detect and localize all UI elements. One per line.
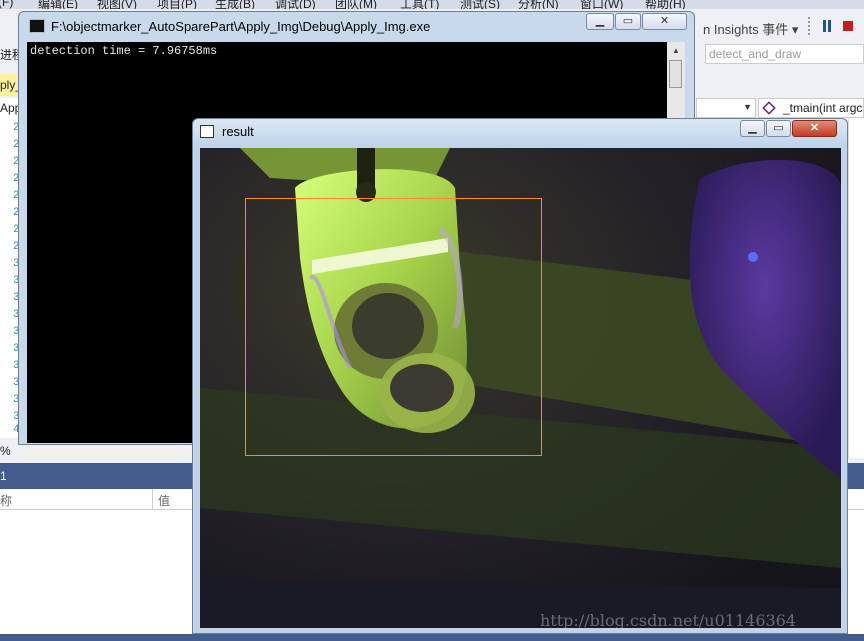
menu-item[interactable]: 调试(D) [275,0,316,9]
watch-panel-title: 1 [0,469,7,483]
toolbar-grip [808,17,814,35]
menu-item[interactable]: 编辑(E) [38,0,78,9]
menu-item[interactable]: (F) [0,0,13,9]
result-title: result [222,124,254,139]
close-icon: ✕ [809,122,820,134]
minimize-button[interactable]: ▁ [586,13,614,30]
result-app-icon [200,125,214,138]
console-app-icon [29,19,45,33]
scroll-thumb[interactable] [669,60,682,88]
taskbar [0,634,864,641]
console-title: F:\objectmarker_AutoSparePart\Apply_Img\… [51,19,431,34]
chevron-down-icon: ▼ [743,102,752,112]
menu-item[interactable]: 测试(S) [460,0,500,9]
editor-area[interactable] [848,118,864,458]
menu-item[interactable]: 分析(N) [518,0,559,9]
minimize-icon: ▁ [595,15,605,27]
minimize-icon: ▁ [748,122,757,134]
column-header-value[interactable]: 值 [158,492,170,509]
result-window: result ▁ ▭ ✕ http://blog.csdn.net/u01146… [192,118,848,634]
menu-item[interactable]: 帮助(H) [645,0,686,9]
result-image: http://blog.csdn.net/u01146364 [200,148,841,628]
console-output-text: detection time = 7.96758ms [30,44,218,58]
method-icon [762,101,776,115]
minimize-button[interactable]: ▁ [740,120,765,137]
maximize-button[interactable]: ▭ [766,120,791,137]
result-titlebar[interactable]: result ▁ ▭ ✕ [193,119,847,147]
maximize-icon: ▭ [773,122,784,134]
console-titlebar[interactable]: F:\objectmarker_AutoSparePart\Apply_Img\… [19,12,694,42]
menu-item[interactable]: 工具(T) [400,0,439,9]
close-button[interactable]: ✕ [792,120,837,137]
column-divider[interactable] [152,489,153,509]
menu-item[interactable]: 团队(M) [335,0,377,9]
scroll-up-icon[interactable]: ▲ [669,44,683,58]
scope-combo[interactable]: ▼ [696,98,756,118]
detection-box [245,198,542,456]
method-combo[interactable]: _tmain(int argc [758,98,864,118]
stop-icon[interactable] [843,21,853,31]
insights-dropdown[interactable]: n Insights 事件 ▾ [703,19,798,38]
close-icon: ✕ [659,15,670,27]
pause-icon[interactable] [822,20,832,32]
vs-menu-bar: (F) 编辑(E) 视图(V) 项目(P) 生成(B) 调试(D) 团队(M) … [0,0,864,9]
method-combo-label: _tmain(int argc [783,101,863,115]
column-header-name[interactable]: 称 [0,492,12,509]
close-button[interactable]: ✕ [642,13,687,30]
maximize-icon: ▭ [622,15,634,27]
watermark: http://blog.csdn.net/u01146364 [540,611,797,628]
maximize-button[interactable]: ▭ [615,13,641,30]
menu-item[interactable]: 项目(P) [157,0,197,9]
find-combo[interactable]: detect_and_draw [705,44,864,64]
menu-item[interactable]: 视图(V) [97,0,137,9]
menu-item[interactable]: 生成(B) [215,0,255,9]
menu-item[interactable]: 窗口(W) [580,0,623,9]
